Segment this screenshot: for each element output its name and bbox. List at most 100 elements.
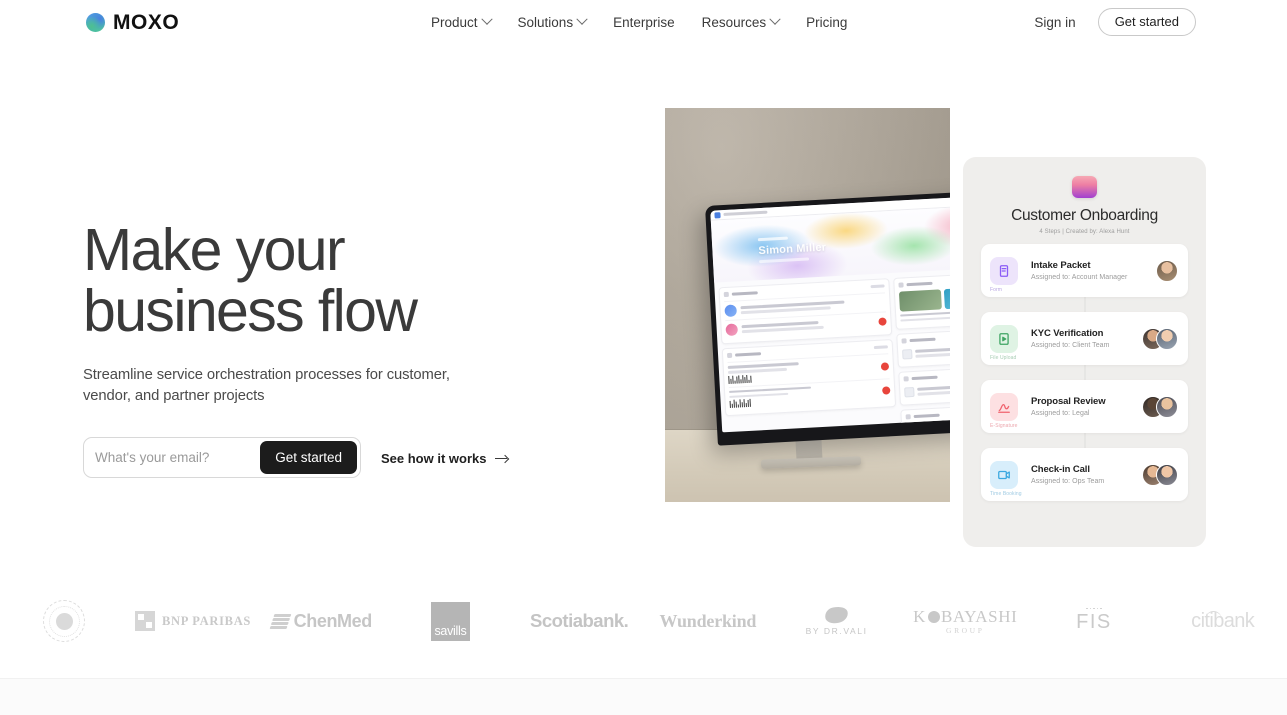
avatar — [1156, 259, 1178, 282]
monitor: Simon Miller — [705, 190, 950, 446]
item-title — [899, 310, 950, 317]
hero-get-started-button[interactable]: Get started — [260, 440, 357, 474]
chenmed-mark-icon — [269, 613, 292, 629]
hero-cta-row: Get started See how it works — [83, 436, 603, 478]
step-assignee: Assigned to: Client Team — [1031, 341, 1110, 349]
logo-wunderkind: Wunderkind — [644, 588, 773, 654]
form-icon — [990, 256, 1018, 285]
seal-inner-ring — [48, 605, 80, 637]
signature-icon — [990, 392, 1018, 421]
app-name-text — [723, 210, 768, 217]
logo-fis: FIS — [1030, 588, 1159, 654]
avatar — [724, 304, 738, 318]
avatar — [1156, 395, 1178, 418]
status-badge — [880, 362, 889, 371]
item-text — [916, 384, 950, 396]
kobayashi-rest: BAYASHI — [941, 607, 1018, 626]
header-get-started-button[interactable]: Get started — [1097, 7, 1196, 37]
hero-copy: Make your business flow Streamline servi… — [83, 217, 603, 478]
item-subtitle — [916, 390, 950, 396]
step-text: Proposal Review Assigned to: Legal — [1031, 396, 1142, 416]
step-text: Check-in Call Assigned to: Ops Team — [1031, 464, 1142, 484]
nav-item-enterprise[interactable]: Enterprise — [613, 15, 675, 30]
fis-logo: FIS — [1076, 607, 1112, 635]
panel-icon — [905, 413, 911, 419]
logo-scotiabank: Scotiabank. — [515, 588, 644, 654]
document-icon — [903, 386, 915, 398]
chevron-down-icon — [769, 13, 781, 25]
list-item — [905, 418, 950, 433]
panel-title — [913, 413, 940, 418]
onboarding-step-check-in-call[interactable]: Time Booking Check-in Call Assigned to: … — [981, 448, 1188, 502]
logo-citibank: citibank — [1158, 588, 1287, 654]
panel-more-link — [870, 284, 885, 289]
app-panel-header — [903, 371, 950, 382]
item-text — [741, 318, 875, 333]
email-input[interactable] — [95, 437, 265, 477]
panel-title — [909, 337, 936, 342]
onboarding-step-intake-packet[interactable]: Form Intake Packet Assigned to: Account … — [981, 244, 1188, 298]
step-avatars — [1142, 463, 1178, 486]
arrow-right-icon — [495, 454, 508, 463]
list-item — [901, 342, 950, 362]
customer-onboarding-card: Customer Onboarding 4 Steps | Created by… — [963, 157, 1206, 547]
app-panel-projects — [721, 339, 896, 417]
app-panel-meetings — [895, 328, 950, 368]
thumbnail — [943, 286, 950, 310]
savills-logo: savills — [430, 601, 470, 641]
step-tag: Time Booking — [990, 490, 1022, 497]
app-panel-header — [905, 409, 950, 419]
kobayashi-label: K BAYASHI — [913, 607, 1017, 627]
monitor-screen: Simon Miller — [710, 195, 950, 433]
time-booking-icon — [990, 460, 1018, 489]
onboarding-step-kyc-verification[interactable]: File Upload KYC Verification Assigned to… — [981, 312, 1188, 366]
app-panel-header — [900, 333, 950, 344]
item-subtitle — [914, 352, 950, 358]
panel-icon — [900, 337, 907, 344]
bnp-paribas-logo: BNP PARIBAS — [135, 611, 251, 631]
onboarding-meta: 4 Steps | Created by: Alexa Hunt — [1039, 229, 1130, 236]
see-how-it-works-label: See how it works — [381, 451, 487, 467]
brand-logo[interactable]: MOXO — [86, 12, 179, 33]
step-assignee: Assigned to: Legal — [1031, 409, 1090, 417]
nav-item-pricing[interactable]: Pricing — [806, 15, 847, 30]
kobayashi-logo: K BAYASHI GROUP — [913, 607, 1017, 635]
next-section-band — [0, 679, 1287, 715]
panel-icon — [903, 375, 909, 382]
step-name: Intake Packet — [1031, 260, 1091, 272]
chevron-down-icon — [576, 13, 588, 25]
chenmed-label: ChenMed — [293, 610, 373, 631]
bnp-label: BNP PARIBAS — [162, 613, 252, 628]
thumbnail — [898, 289, 942, 312]
logo-dr-vali: BY DR.VALI — [772, 588, 901, 654]
nav-item-resources[interactable]: Resources — [701, 13, 781, 30]
status-badge — [877, 317, 887, 326]
sign-in-link[interactable]: Sign in — [1034, 15, 1075, 30]
nav-item-label: Product — [431, 14, 478, 30]
dr-vali-mark-icon — [823, 604, 850, 625]
logo-savills: savills — [386, 588, 515, 654]
email-signup-form: Get started — [83, 436, 361, 478]
item-text — [914, 346, 950, 358]
item-text — [918, 422, 950, 433]
nav-item-label: Resources — [701, 14, 767, 30]
nav-item-solutions[interactable]: Solutions — [518, 13, 588, 30]
status-badge — [881, 386, 891, 395]
panel-title — [911, 375, 938, 380]
header-actions: Sign in Get started — [1034, 7, 1196, 37]
avatar — [1156, 463, 1178, 486]
dr-vali-logo: BY DR.VALI — [806, 604, 868, 636]
avatar — [1156, 327, 1178, 350]
nav-item-product[interactable]: Product — [431, 13, 493, 30]
panel-more-link — [873, 345, 888, 350]
see-how-it-works-link[interactable]: See how it works — [381, 451, 508, 466]
seal-logo-icon — [43, 600, 86, 642]
onboarding-step-proposal-review[interactable]: E-Signature Proposal Review Assigned to:… — [981, 380, 1188, 434]
step-assignee: Assigned to: Ops Team — [1031, 477, 1105, 485]
product-photo: Simon Miller — [665, 108, 950, 502]
item-title — [727, 362, 800, 369]
page-title: Make your business flow — [83, 217, 418, 345]
app-panel-header — [897, 278, 950, 288]
savills-label: savills — [434, 623, 467, 638]
hero-subtitle: Streamline service orchestration process… — [83, 366, 450, 404]
